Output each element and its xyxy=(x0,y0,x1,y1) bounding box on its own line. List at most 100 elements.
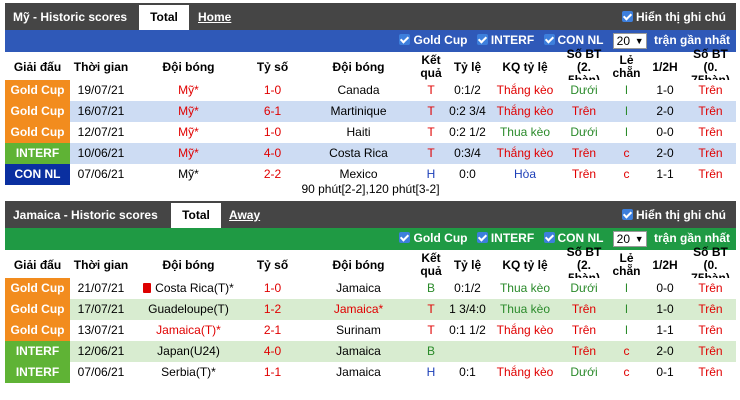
table-row[interactable]: INTERF 12/06/21 Japan(U24) 4-0 Jamaica B Trên c… xyxy=(5,341,736,362)
jamaica-tab-away[interactable]: Away xyxy=(229,208,260,222)
home-team[interactable]: Japan(U24) xyxy=(132,341,245,362)
jamaica-show-notes-toggle[interactable]: Hiển thị ghi chú xyxy=(622,208,726,222)
usa-tab-home[interactable]: Home xyxy=(198,10,231,24)
match-score[interactable]: 1-0 xyxy=(245,80,300,101)
odds-result: Thắng kèo xyxy=(496,83,554,97)
usa-filter-connl[interactable]: CON NL xyxy=(543,33,603,47)
checkbox-icon[interactable] xyxy=(399,34,411,46)
home-team[interactable]: Mỹ* xyxy=(132,101,245,122)
away-team[interactable]: Jamaica xyxy=(300,362,417,383)
header-goals-25: Số BT (2. 5bàn) xyxy=(566,46,602,86)
league-badge[interactable]: INTERF xyxy=(5,341,70,362)
jamaica-filter-goldcup[interactable]: Gold Cup xyxy=(399,231,467,245)
home-team[interactable]: Guadeloupe(T) xyxy=(132,299,245,320)
odds-result xyxy=(490,341,560,362)
table-row[interactable]: Gold Cup 19/07/21 Mỹ* 1-0 Canada T 0:1/2 Thắng … xyxy=(5,80,736,101)
usa-tab-total[interactable]: Total xyxy=(139,5,189,30)
odds-result: Thua kèo xyxy=(499,302,551,316)
league-badge[interactable]: Gold Cup xyxy=(5,80,70,101)
match-score[interactable]: 4-0 xyxy=(245,341,300,362)
half-time-score: 2-0 xyxy=(656,104,674,118)
table-row[interactable]: INTERF 10/06/21 Mỹ* 4-0 Costa Rica T 0:3/4 Thắn… xyxy=(5,143,736,164)
home-team[interactable]: Mỹ* xyxy=(132,143,245,164)
jamaica-count-select[interactable]: 20 ▼ xyxy=(612,231,647,247)
table-row[interactable]: Gold Cup 13/07/21 Jamaica(T)* 2-1 Surinam T 0:… xyxy=(5,320,736,341)
match-score[interactable]: 1-0 xyxy=(245,278,300,299)
usa-recent-label: trận gần nhất xyxy=(653,33,730,48)
away-team[interactable]: Costa Rica xyxy=(300,143,417,164)
checkbox-icon[interactable] xyxy=(476,34,488,46)
goals-25-result: Dưới xyxy=(570,83,598,97)
match-result: H xyxy=(426,365,436,379)
checkbox-icon[interactable] xyxy=(476,232,488,244)
header-half-time: 1/2H xyxy=(652,59,678,74)
usa-filter-goldcup[interactable]: Gold Cup xyxy=(399,33,467,47)
match-date: 10/06/21 xyxy=(77,146,125,160)
jamaica-panel-title: Jamaica - Historic scores xyxy=(13,208,158,222)
goals-075-result: Trên xyxy=(698,146,723,160)
goals-25-result: Dưới xyxy=(570,125,598,139)
goals-075-result: Trên xyxy=(698,125,723,139)
goals-075-result: Trên xyxy=(698,281,723,295)
header-result: Kết quả xyxy=(420,53,442,80)
home-team[interactable]: Mỹ* xyxy=(132,122,245,143)
table-row[interactable]: INTERF 07/06/21 Serbia(T)* 1-1 Jamaica H 0:1 Th… xyxy=(5,362,736,383)
jamaica-tab-total[interactable]: Total xyxy=(171,203,221,228)
match-score[interactable]: 1-0 xyxy=(245,122,300,143)
usa-title-bar: Mỹ - Historic scores Total Home Hiển thị… xyxy=(5,3,736,30)
checkbox-icon[interactable] xyxy=(543,34,555,46)
usa-filter-interf[interactable]: INTERF xyxy=(476,33,534,47)
header-goals-075: Số BT (0. 75bàn) xyxy=(691,46,730,86)
odds-result: Thắng kèo xyxy=(496,146,554,160)
league-badge[interactable]: Gold Cup xyxy=(5,278,70,299)
checkbox-icon[interactable] xyxy=(543,232,555,244)
jamaica-filter-interf[interactable]: INTERF xyxy=(476,231,534,245)
home-team[interactable]: Costa Rica(T)* xyxy=(132,278,245,299)
away-team[interactable]: Jamaica* xyxy=(300,299,417,320)
jamaica-recent-label: trận gần nhất xyxy=(653,231,730,246)
table-row[interactable]: Gold Cup 12/07/21 Mỹ* 1-0 Haiti T 0:2 1/2 Thua … xyxy=(5,122,736,143)
match-score[interactable]: 1-1 xyxy=(245,362,300,383)
usa-table-header: Giải đấu Thời gian Đội bóng Tỷ số Đội bóng Kế… xyxy=(5,46,736,86)
header-away-team: Đội bóng xyxy=(332,257,385,272)
home-team[interactable]: Jamaica(T)* xyxy=(132,320,245,341)
league-badge[interactable]: Gold Cup xyxy=(5,101,70,122)
away-team[interactable]: Jamaica xyxy=(300,278,417,299)
checkbox-icon[interactable] xyxy=(622,209,633,220)
away-team[interactable]: Martinique xyxy=(300,101,417,122)
table-row[interactable]: Gold Cup 21/07/21 Costa Rica(T)* 1-0 Jamaica… xyxy=(5,278,736,299)
usa-show-notes-toggle[interactable]: Hiển thị ghi chú xyxy=(622,10,726,24)
jamaica-filter-connl[interactable]: CON NL xyxy=(543,231,603,245)
odd-even-result: c xyxy=(623,146,630,160)
league-badge[interactable]: Gold Cup xyxy=(5,299,70,320)
match-result: T xyxy=(427,125,435,139)
league-badge[interactable]: Gold Cup xyxy=(5,320,70,341)
away-team[interactable]: Canada xyxy=(300,80,417,101)
match-score[interactable]: 4-0 xyxy=(245,143,300,164)
match-score[interactable]: 2-1 xyxy=(245,320,300,341)
header-odd-even: Lẻ chẵn xyxy=(612,251,641,278)
away-team[interactable]: Haiti xyxy=(300,122,417,143)
header-odds: Tỷ lệ xyxy=(453,59,482,74)
usa-count-select[interactable]: 20 ▼ xyxy=(612,33,647,49)
header-league: Giải đấu xyxy=(13,59,62,74)
away-team[interactable]: Surinam xyxy=(300,320,417,341)
header-odd-even: Lẻ chẵn xyxy=(612,53,641,80)
league-badge[interactable]: Gold Cup xyxy=(5,122,70,143)
match-score[interactable]: 1-2 xyxy=(245,299,300,320)
goals-25-result: Trên xyxy=(571,146,597,160)
half-time-score: 0-0 xyxy=(656,125,674,139)
home-team[interactable]: Mỹ* xyxy=(132,80,245,101)
league-badge[interactable]: INTERF xyxy=(5,362,70,383)
table-row[interactable]: Gold Cup 16/07/21 Mỹ* 6-1 Martinique T 0:2 3/4… xyxy=(5,101,736,122)
league-badge[interactable]: INTERF xyxy=(5,143,70,164)
away-team[interactable]: Jamaica xyxy=(300,341,417,362)
checkbox-icon[interactable] xyxy=(399,232,411,244)
table-row[interactable]: Gold Cup 17/07/21 Guadeloupe(T) 1-2 Jamaica*… xyxy=(5,299,736,320)
header-score: Tỷ số xyxy=(256,59,289,74)
odds-result: Thắng kèo xyxy=(496,104,554,118)
checkbox-icon[interactable] xyxy=(622,11,633,22)
home-team[interactable]: Serbia(T)* xyxy=(132,362,245,383)
match-score[interactable]: 6-1 xyxy=(245,101,300,122)
odds-value: 0:1 1/2 xyxy=(449,323,486,337)
